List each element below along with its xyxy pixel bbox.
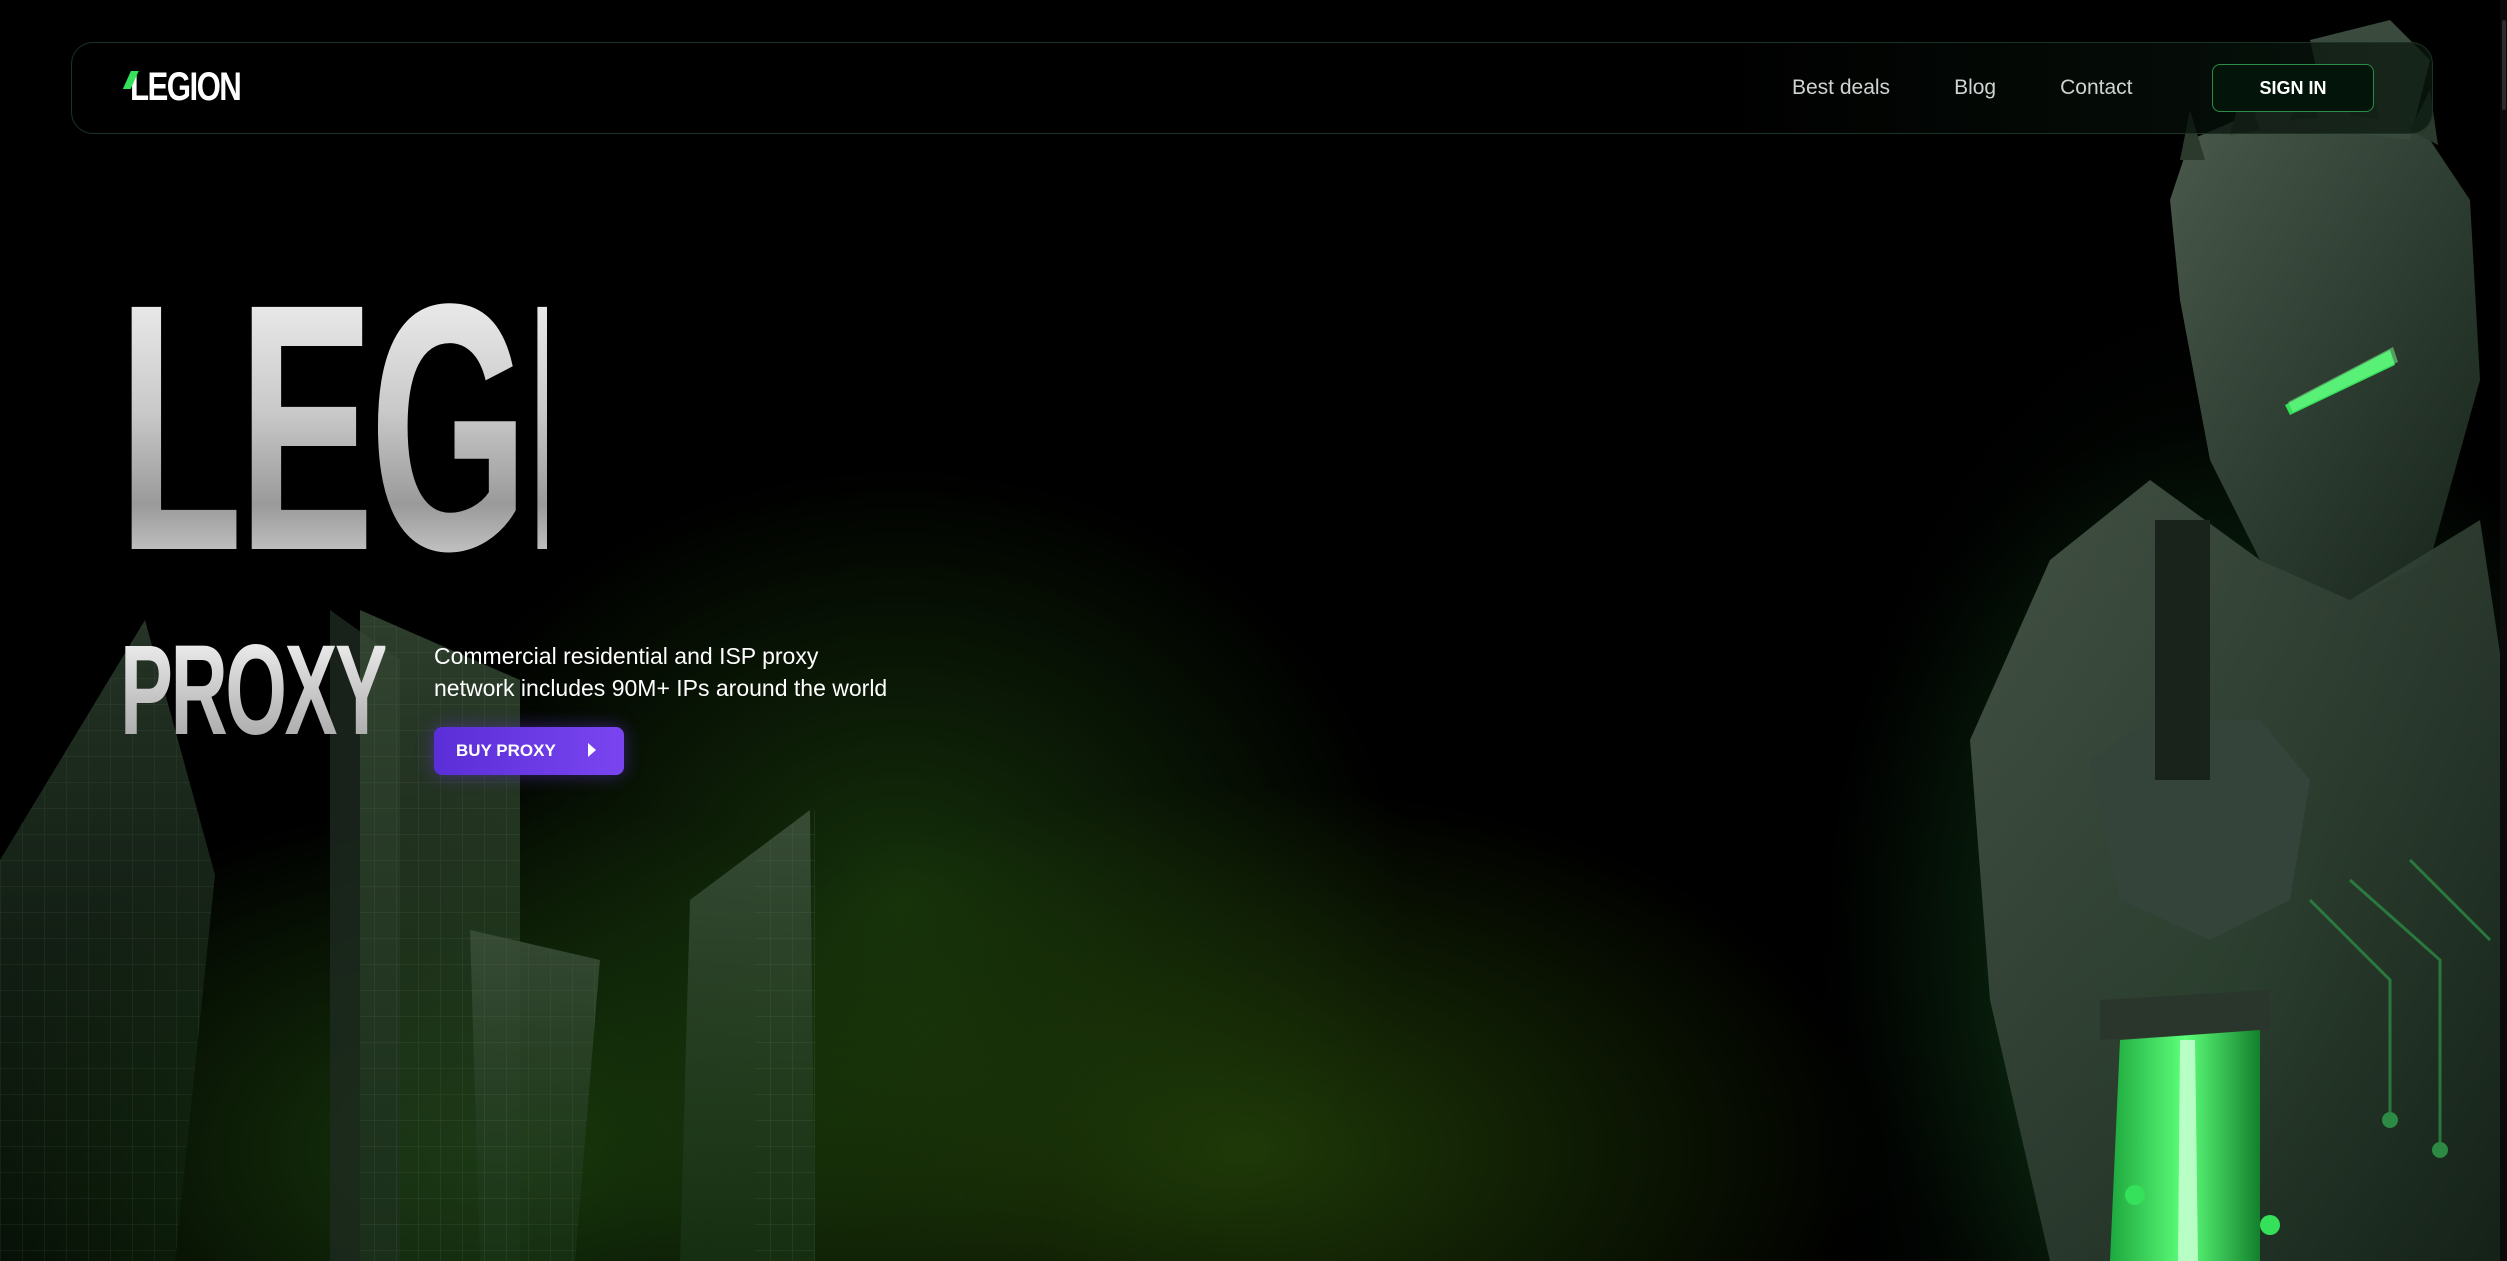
nav-links: Best deals Blog Contact: [1792, 43, 2132, 133]
knight-illustration: [1790, 0, 2507, 1261]
logo-text: LEGION: [130, 64, 242, 109]
hero-subtitle: PROXY: [120, 619, 388, 762]
nav-link-best-deals[interactable]: Best deals: [1792, 76, 1890, 100]
play-arrow-icon: [588, 743, 596, 757]
buy-proxy-label: BUY PROXY: [456, 741, 556, 760]
nav-link-blog[interactable]: Blog: [1954, 76, 1996, 100]
sign-in-button[interactable]: SIGN IN: [2212, 64, 2374, 112]
brand-logo[interactable]: LEGION: [122, 64, 242, 109]
hero-description-line-1: Commercial residential and ISP proxy: [434, 643, 819, 669]
hero-description: Commercial residential and ISP proxy net…: [434, 640, 954, 704]
buy-proxy-button[interactable]: BUY PROXY: [434, 727, 624, 775]
nav-link-contact[interactable]: Contact: [2060, 76, 2132, 100]
scrollbar-thumb[interactable]: [2502, 20, 2506, 110]
page-scrollbar[interactable]: [2500, 0, 2507, 1261]
top-navbar: LEGION Best deals Blog Contact SIGN IN: [71, 42, 2433, 134]
hero-title: LEGION: [118, 230, 877, 624]
hero-description-line-2: network includes 90M+ IPs around the wor…: [434, 675, 888, 701]
